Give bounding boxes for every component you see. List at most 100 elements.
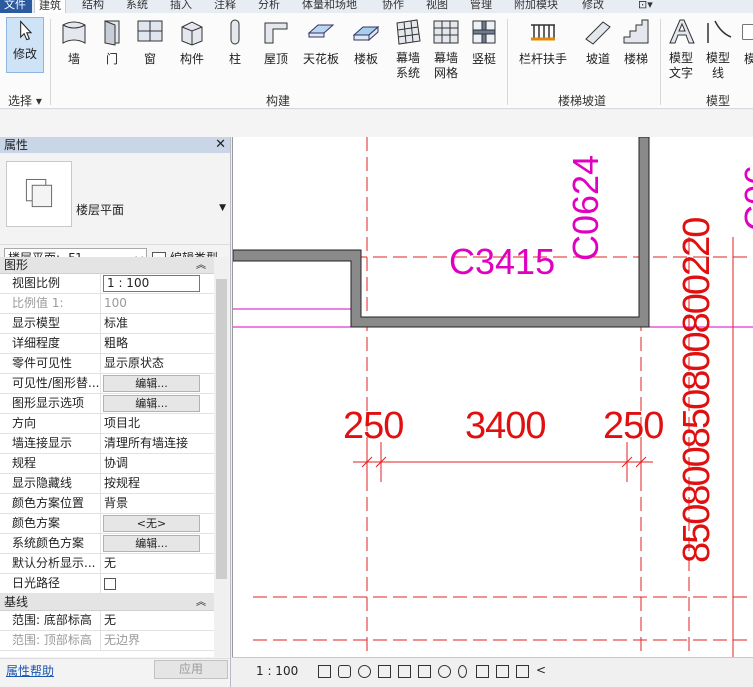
dimension-vertical-chain[interactable]: 850800850800800220	[676, 219, 719, 563]
property-value[interactable]: 粗略	[101, 334, 214, 353]
property-value[interactable]: 编辑...	[101, 394, 214, 413]
property-value[interactable]: 无	[101, 554, 214, 573]
type-dropdown-icon[interactable]: ▼	[219, 203, 226, 213]
component-button[interactable]: 构件	[172, 17, 212, 67]
wall-button[interactable]: 墙	[56, 17, 92, 67]
dimension-250-right[interactable]: 250	[603, 405, 664, 448]
properties-scrollbar[interactable]	[214, 257, 229, 657]
property-name: 视图比例	[0, 274, 101, 293]
select-panel-dropdown[interactable]: 选择 ▾	[8, 92, 42, 109]
edit-button[interactable]: <无>	[103, 515, 200, 532]
curtain-grid-button[interactable]: 幕墙 网格	[428, 17, 464, 81]
curtain-grid-label: 幕墙 网格	[433, 51, 458, 80]
constraints-icon[interactable]	[516, 665, 529, 678]
property-value[interactable]: 清理所有墙连接	[101, 434, 214, 453]
sun-path-checkbox[interactable]	[104, 578, 116, 590]
tab-file[interactable]: 文件	[0, 0, 32, 13]
property-value[interactable]: 协调	[101, 454, 214, 473]
railing-button[interactable]: 栏杆扶手	[514, 17, 572, 67]
tab-architecture[interactable]: 建筑	[34, 0, 66, 13]
window-tag-vertical[interactable]: C0624	[565, 155, 607, 261]
tab-modify[interactable]: 修改	[578, 0, 608, 13]
model-group-button[interactable]: 模	[740, 17, 753, 67]
property-value[interactable]: <无>	[101, 514, 214, 533]
show-crop-icon[interactable]	[418, 665, 431, 678]
modify-button[interactable]: 修改	[6, 17, 44, 73]
drawing-area[interactable]: C3415 C0624 C06 250 3400 250 85080085080…	[232, 137, 753, 657]
model-line-icon	[707, 20, 732, 43]
temp-properties-icon[interactable]	[476, 665, 489, 678]
property-value[interactable]: 按规程	[101, 474, 214, 493]
property-group-header[interactable]: 基线 ︽	[0, 594, 214, 611]
close-icon[interactable]: ✕	[215, 137, 226, 153]
sun-path-icon[interactable]	[358, 665, 371, 678]
tab-systems[interactable]: 系统	[122, 0, 152, 13]
shadows-icon[interactable]	[378, 665, 391, 678]
property-value: 100	[104, 296, 127, 310]
edit-button[interactable]: 编辑...	[103, 395, 200, 412]
property-value[interactable]: 编辑...	[101, 374, 214, 393]
cursor-arrow-icon	[20, 20, 33, 41]
mullion-button[interactable]: 竖梃	[466, 17, 502, 67]
model-line-button[interactable]: 模型 线	[702, 17, 734, 81]
toolbar-gap	[0, 110, 753, 137]
tab-annotate[interactable]: 注释	[210, 0, 240, 13]
temp-hide-icon[interactable]	[438, 665, 451, 678]
tab-manage[interactable]: 管理	[466, 0, 496, 13]
ramp-button[interactable]: 坡道	[580, 17, 616, 67]
property-value[interactable]: 项目北	[101, 414, 214, 433]
property-value[interactable]: 无	[101, 611, 214, 630]
properties-help-link[interactable]: 属性帮助	[6, 662, 54, 679]
tab-collaborate[interactable]: 协作	[378, 0, 408, 13]
analysis-display-icon[interactable]	[496, 665, 509, 678]
tab-massing-site[interactable]: 体量和场地	[298, 0, 361, 13]
tab-structure[interactable]: 结构	[78, 0, 108, 13]
tab-options-icon[interactable]: ⊡▾	[634, 0, 657, 13]
roof-button[interactable]: 屋顶	[256, 17, 296, 67]
window-tag-edge[interactable]: C06	[737, 165, 753, 231]
property-group-header[interactable]: 图形 ︽	[0, 257, 214, 274]
view-scale[interactable]: 1 : 100	[256, 664, 298, 678]
collapse-icon[interactable]: ︽	[196, 594, 206, 611]
tab-insert[interactable]: 插入	[166, 0, 196, 13]
crop-view-icon[interactable]	[398, 665, 411, 678]
door-icon	[104, 20, 120, 46]
column-button[interactable]: 柱	[218, 17, 252, 67]
collapse-icon[interactable]: ︽	[196, 257, 206, 274]
stair-button[interactable]: 楼梯	[618, 17, 654, 67]
property-value[interactable]	[101, 574, 214, 593]
model-group-icon	[742, 24, 753, 40]
property-name: 零件可见性	[0, 354, 101, 373]
ramp-label: 坡道	[585, 52, 610, 66]
property-value[interactable]: 背景	[101, 494, 214, 513]
window-button[interactable]: 窗	[132, 17, 168, 67]
property-value[interactable]: 显示原状态	[101, 354, 214, 373]
tab-addins[interactable]: 附加模块	[510, 0, 562, 13]
window-tag[interactable]: C3415	[449, 241, 555, 283]
property-value[interactable]: 编辑...	[101, 534, 214, 553]
wall-label: 墙	[67, 52, 80, 66]
property-row: 显示模型 标准	[0, 314, 214, 334]
tab-analyze[interactable]: 分析	[254, 0, 284, 13]
door-button[interactable]: 门	[94, 17, 130, 67]
visual-style-icon[interactable]	[338, 665, 351, 678]
floor-button[interactable]: 楼板	[346, 17, 386, 67]
more-icon[interactable]: <	[536, 663, 546, 677]
property-value[interactable]: 标准	[101, 314, 214, 333]
tab-view[interactable]: 视图	[422, 0, 452, 13]
type-selector[interactable]: 楼层平面 ▼	[0, 153, 230, 245]
scrollbar-thumb[interactable]	[216, 279, 227, 579]
edit-button[interactable]: 编辑...	[103, 535, 200, 552]
dimension-3400[interactable]: 3400	[465, 405, 547, 448]
scale-input[interactable]: 1 : 100	[103, 275, 200, 292]
ceiling-button[interactable]: 天花板	[300, 17, 342, 67]
detail-level-icon[interactable]	[318, 665, 331, 678]
curtain-system-button[interactable]: 幕墙 系统	[390, 17, 426, 81]
model-text-button[interactable]: 模型 文字	[664, 17, 698, 81]
property-value[interactable]: 1 : 100	[101, 274, 214, 293]
reveal-hidden-icon[interactable]	[458, 665, 467, 678]
dimension-250-left[interactable]: 250	[343, 405, 404, 448]
mullion-label: 竖梃	[471, 52, 496, 66]
edit-button[interactable]: 编辑...	[103, 375, 200, 392]
apply-button[interactable]: 应用	[154, 660, 228, 679]
